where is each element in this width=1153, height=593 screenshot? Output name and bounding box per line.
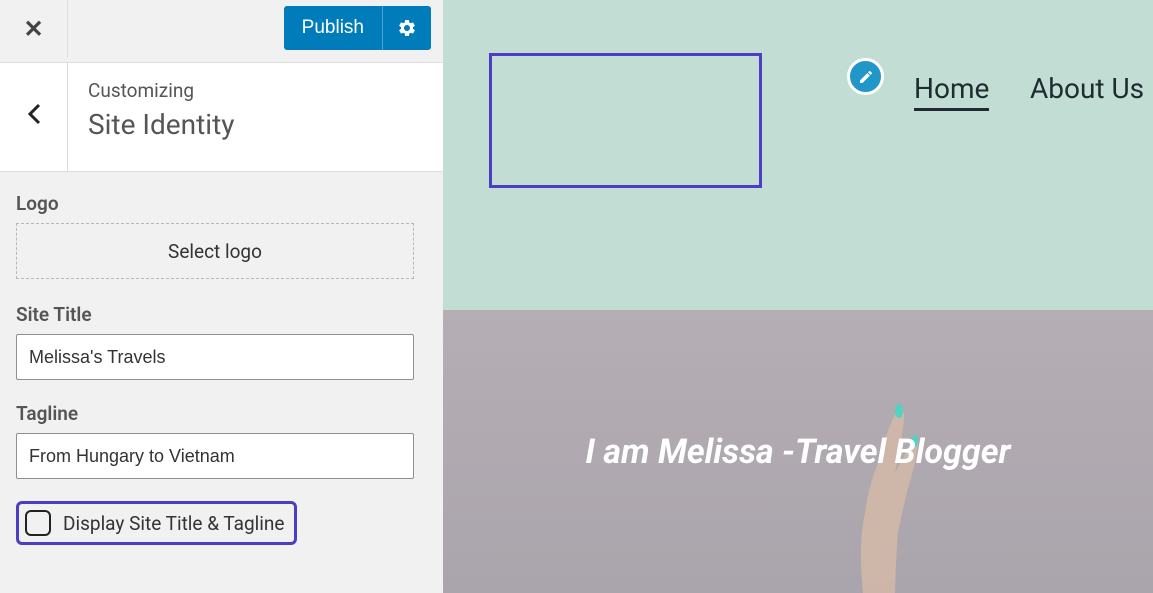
publish-label: Publish bbox=[284, 6, 383, 50]
site-preview: Home About Us I am Melissa -Travel Blogg… bbox=[443, 0, 1153, 593]
logo-placeholder[interactable] bbox=[489, 53, 762, 188]
display-title-tagline-control: Display Site Title & Tagline bbox=[16, 501, 297, 545]
close-button[interactable]: ✕ bbox=[0, 0, 68, 58]
back-button[interactable] bbox=[0, 63, 68, 171]
hero-section: I am Melissa -Travel Blogger bbox=[443, 310, 1153, 593]
nav-link-home[interactable]: Home bbox=[914, 72, 989, 111]
customizer-sidebar: ✕ Publish Customizing Site Identity Logo… bbox=[0, 0, 443, 593]
pencil-icon bbox=[858, 69, 874, 85]
hero-overlay: I am Melissa -Travel Blogger bbox=[443, 310, 1153, 593]
select-logo-text: Select logo bbox=[168, 240, 262, 263]
display-title-tagline-checkbox[interactable] bbox=[25, 510, 51, 536]
section-title: Site Identity bbox=[88, 108, 234, 141]
close-icon: ✕ bbox=[23, 15, 43, 43]
top-actions-bar: ✕ Publish bbox=[0, 0, 443, 58]
controls-area: Logo Select logo Site Title Tagline Disp… bbox=[0, 172, 443, 593]
hero-title: I am Melissa -Travel Blogger bbox=[585, 432, 1010, 472]
site-title-label: Site Title bbox=[16, 303, 427, 326]
publish-button[interactable]: Publish bbox=[284, 6, 431, 50]
tagline-label: Tagline bbox=[16, 402, 427, 425]
customizing-label: Customizing bbox=[88, 79, 234, 102]
settings-gear-icon[interactable] bbox=[383, 6, 431, 50]
display-title-tagline-label: Display Site Title & Tagline bbox=[63, 512, 284, 535]
header-titles: Customizing Site Identity bbox=[68, 63, 254, 171]
tagline-input[interactable] bbox=[16, 433, 414, 479]
section-header: Customizing Site Identity bbox=[0, 62, 443, 172]
logo-label: Logo bbox=[16, 192, 427, 215]
publish-wrap: Publish bbox=[284, 6, 431, 50]
nav-link-about[interactable]: About Us bbox=[1030, 72, 1144, 105]
chevron-left-icon bbox=[27, 103, 41, 131]
edit-shortcut-button[interactable] bbox=[847, 58, 884, 95]
select-logo-button[interactable]: Select logo bbox=[16, 223, 414, 279]
site-title-input[interactable] bbox=[16, 334, 414, 380]
